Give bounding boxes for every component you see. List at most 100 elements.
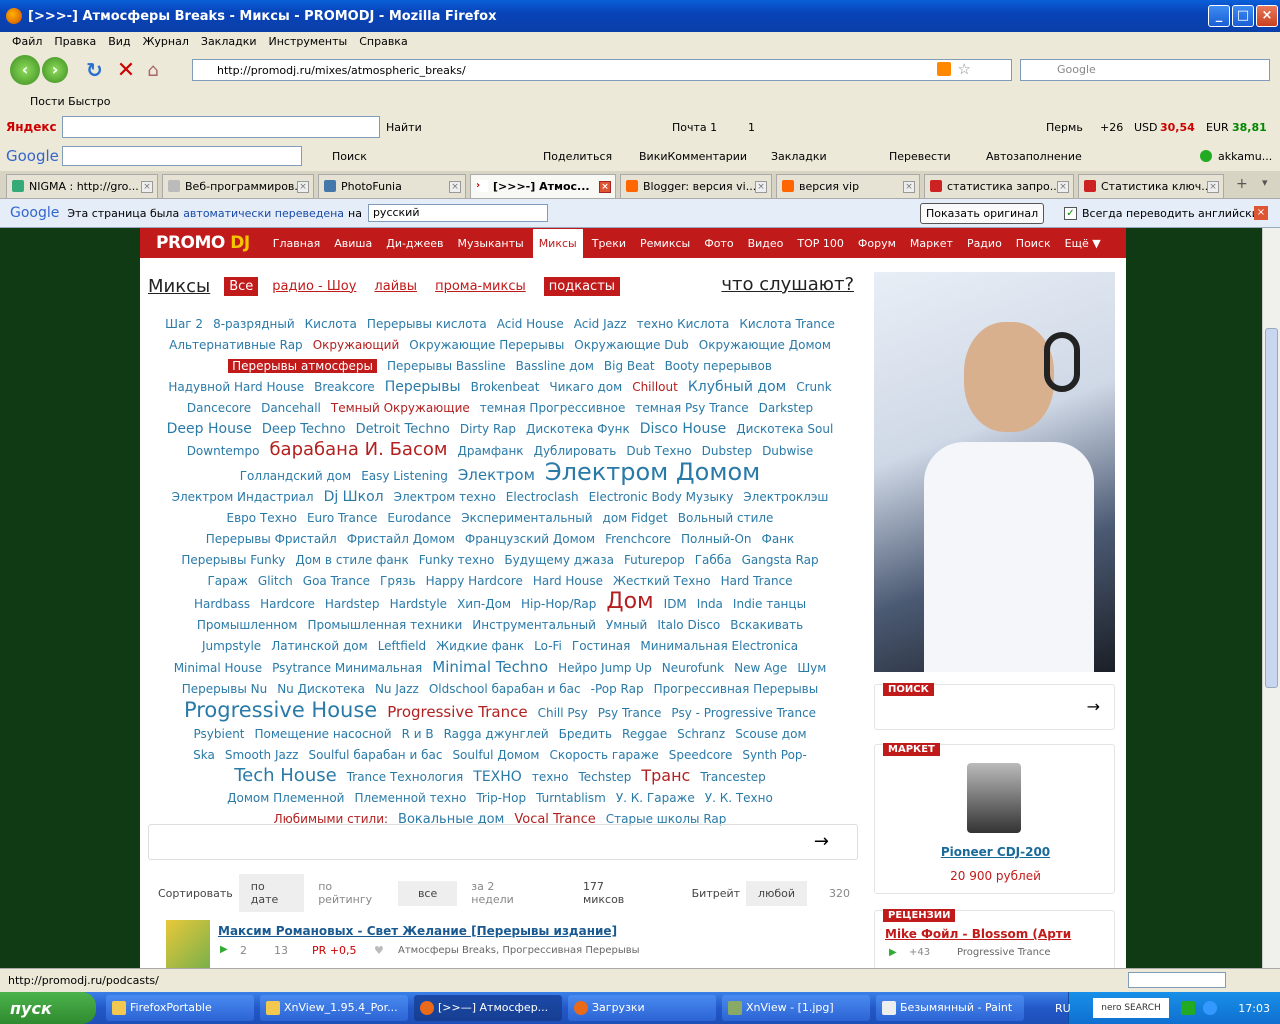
genre-tag[interactable]: Breakcore bbox=[314, 380, 375, 394]
genre-tag[interactable]: Умный bbox=[606, 618, 647, 632]
genre-tag[interactable]: Дом в стиле фанк bbox=[295, 553, 408, 567]
tab-nigma[interactable]: NIGMA : http://gro... × bbox=[6, 174, 158, 198]
genre-tag[interactable]: Чикаго дом bbox=[549, 380, 622, 394]
genre-tag[interactable]: -Pop Rap bbox=[591, 682, 644, 696]
genre-tag[interactable]: Дом bbox=[606, 589, 653, 614]
genre-tag[interactable]: Downtempo bbox=[187, 444, 260, 458]
genre-tag[interactable]: Помещение насосной bbox=[255, 727, 392, 741]
genre-tag[interactable]: Нейро Jump Up bbox=[558, 661, 652, 675]
genre-tag[interactable]: Bassline дом bbox=[516, 359, 594, 373]
genre-tag[interactable]: Перерывы Фристайл bbox=[206, 532, 337, 546]
genre-tag[interactable]: Trance Технология bbox=[347, 770, 464, 784]
genre-tag[interactable]: Inda bbox=[697, 597, 723, 611]
genre-tag[interactable]: Промышленном bbox=[197, 618, 298, 632]
genre-tag[interactable]: R и B bbox=[402, 727, 434, 741]
genre-tag[interactable]: Minimal Techno bbox=[432, 658, 548, 676]
genre-tag[interactable]: Hard Trance bbox=[721, 574, 793, 588]
genre-tag[interactable]: Speedcore bbox=[669, 748, 733, 762]
genre-tag[interactable]: Gangsta Rap bbox=[742, 553, 819, 567]
genre-tag[interactable]: Trip-Hop bbox=[476, 791, 526, 805]
translate-button[interactable]: Перевести bbox=[889, 150, 951, 163]
genre-tag[interactable]: Hard House bbox=[533, 574, 603, 588]
tab-webprog[interactable]: Веб-программиров... × bbox=[162, 174, 314, 198]
sort-by-date[interactable]: по дате bbox=[238, 874, 305, 912]
genre-tag[interactable]: Dubstep bbox=[702, 444, 752, 458]
tab-close-icon[interactable]: × bbox=[1207, 181, 1219, 193]
genre-tag[interactable]: ТЕХНО bbox=[473, 769, 522, 785]
back-button[interactable]: ‹ bbox=[10, 55, 40, 85]
genre-tag[interactable]: New Age bbox=[734, 661, 787, 675]
tab-stats-query[interactable]: статистика запро... × bbox=[924, 174, 1074, 198]
genre-tag[interactable]: Окружающий bbox=[313, 338, 400, 352]
genre-tag[interactable]: темная Прогрессивное bbox=[480, 401, 626, 415]
period-all[interactable]: все bbox=[397, 880, 458, 906]
genre-tag[interactable]: Brokenbeat bbox=[471, 380, 540, 394]
genre-tag[interactable]: Будущему джаза bbox=[504, 553, 614, 567]
genre-tag[interactable]: техно Кислота bbox=[637, 317, 730, 331]
genre-tag[interactable]: Psytrance Минимальная bbox=[272, 661, 422, 675]
genre-tag[interactable]: Minimal House bbox=[174, 661, 262, 675]
genre-tag[interactable]: Dancecore bbox=[187, 401, 251, 415]
google-user[interactable]: akkamu... bbox=[1218, 150, 1272, 163]
nav-afisha[interactable]: Авиша bbox=[334, 237, 372, 250]
bookmark-item[interactable]: Пости Быстро bbox=[30, 95, 111, 108]
nav-photo[interactable]: Фото bbox=[704, 237, 733, 250]
yandex-find-button[interactable]: Найти bbox=[386, 121, 422, 134]
genre-tag[interactable]: Dub Техно bbox=[626, 444, 691, 458]
genre-tag[interactable]: У. К. Гараже bbox=[616, 791, 695, 805]
search-go-icon[interactable]: → bbox=[1087, 697, 1100, 716]
genre-tag[interactable]: Progressive House bbox=[184, 698, 377, 722]
genre-tag[interactable]: Booty перерывов bbox=[665, 359, 772, 373]
rss-icon[interactable] bbox=[937, 62, 951, 76]
genre-tag[interactable]: техно bbox=[532, 770, 569, 784]
yandex-counter[interactable]: 1 bbox=[748, 121, 755, 134]
bookmarks-button[interactable]: Закладки bbox=[771, 150, 827, 163]
search-input[interactable]: Google bbox=[1020, 59, 1270, 81]
genre-tag[interactable]: Nu Дискотека bbox=[277, 682, 365, 696]
tab-close-icon[interactable]: × bbox=[141, 181, 153, 193]
promodj-logo[interactable]: PROMO DJ bbox=[140, 233, 266, 253]
genre-tag[interactable]: Trancestep bbox=[700, 770, 765, 784]
bitrate-any[interactable]: любой bbox=[746, 880, 807, 906]
taskbar-item[interactable]: FirefoxPortable bbox=[106, 995, 254, 1021]
genre-tag[interactable]: Вскакивать bbox=[730, 618, 803, 632]
nav-top100[interactable]: TOP 100 bbox=[797, 237, 844, 250]
genre-tag[interactable]: Disco House bbox=[640, 421, 727, 437]
new-tab-icon[interactable]: + bbox=[1236, 176, 1248, 192]
taskbar-item[interactable]: Загрузки bbox=[568, 995, 716, 1021]
nav-radio[interactable]: Радио bbox=[967, 237, 1002, 250]
genre-tag[interactable]: Племенной техно bbox=[354, 791, 466, 805]
genre-tag[interactable]: Кислота bbox=[305, 317, 357, 331]
genre-tag[interactable]: Progressive Trance bbox=[387, 703, 527, 721]
genre-tag[interactable]: Надувной Hard House bbox=[168, 380, 304, 394]
play-icon[interactable]: ▶ bbox=[220, 944, 228, 955]
genre-tag[interactable]: Жидкие фанк bbox=[436, 639, 524, 653]
taskbar-item[interactable]: XnView_1.95.4_Por... bbox=[260, 995, 408, 1021]
genre-tag[interactable]: Перерывы bbox=[385, 379, 461, 395]
genre-tag[interactable]: Перерывы Funky bbox=[181, 553, 285, 567]
genre-tag[interactable]: Acid House bbox=[497, 317, 564, 331]
genre-tag[interactable]: Окружающие Dub bbox=[574, 338, 688, 352]
genre-tag[interactable]: Минимальная Electronica bbox=[640, 639, 798, 653]
share-button[interactable]: Поделиться bbox=[543, 150, 612, 163]
genre-tag[interactable]: Neurofunk bbox=[662, 661, 724, 675]
translate-link[interactable]: автоматически переведена bbox=[183, 207, 344, 220]
genre-tag[interactable]: Электром Домом bbox=[545, 458, 760, 486]
nav-tracks[interactable]: Треки bbox=[592, 237, 626, 250]
genre-tag[interactable]: Альтернативные Rap bbox=[169, 338, 303, 352]
stop-icon[interactable]: ✕ bbox=[117, 58, 135, 83]
genre-tag[interactable]: Detroit Techno bbox=[356, 422, 450, 437]
genre-tag[interactable]: Окружающие Перерывы bbox=[409, 338, 564, 352]
genre-tag[interactable]: Голландский дом bbox=[240, 469, 351, 483]
nav-remixes[interactable]: Ремиксы bbox=[640, 237, 690, 250]
genre-tag[interactable]: Psy Trance bbox=[598, 706, 662, 720]
genre-tag[interactable]: Smooth Jazz bbox=[225, 748, 299, 762]
genre-tag[interactable]: Psybient bbox=[193, 727, 244, 741]
genre-tag[interactable]: Psy - Progressive Trance bbox=[671, 706, 816, 720]
genre-tag[interactable]: Промышленная техники bbox=[307, 618, 462, 632]
genre-tag[interactable]: Chillout bbox=[632, 380, 678, 394]
genre-tag[interactable]: Перерывы Bassline bbox=[387, 359, 506, 373]
taskbar-item[interactable]: Безымянный - Paint bbox=[876, 995, 1024, 1021]
maximize-button[interactable]: □ bbox=[1232, 5, 1254, 27]
genre-tag[interactable]: Электроклэш bbox=[743, 490, 828, 504]
